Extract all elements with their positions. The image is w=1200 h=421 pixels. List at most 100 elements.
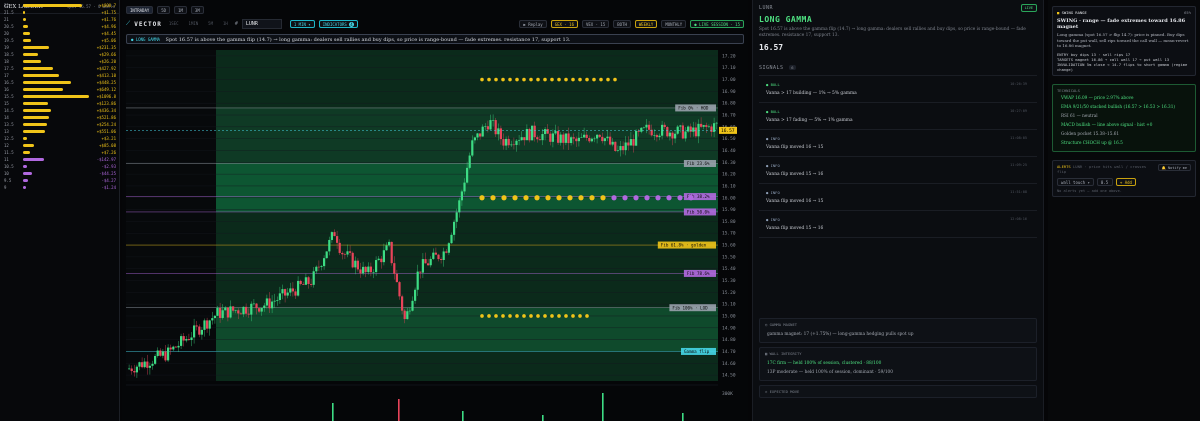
gex-row[interactable]: 14.5 +$436.34 <box>0 107 119 114</box>
ticker-input[interactable]: LUNR <box>241 19 282 29</box>
nav-5m[interactable]: 5M <box>205 20 216 28</box>
gex-bar <box>23 179 29 182</box>
gex-magnet-dot <box>571 314 575 318</box>
indicators-button[interactable]: INDICATORS 4 <box>318 20 358 28</box>
y-tick-label: 17.20 <box>722 53 736 59</box>
candle-body <box>450 234 453 244</box>
gex-row[interactable]: 17 +$413.10 <box>0 72 119 79</box>
signal-text: Vanna > 17 building — 1% → 5% gamma <box>766 91 857 96</box>
gex-row[interactable]: 13.5 +$254.24 <box>0 121 119 128</box>
play-icon: ▶ <box>523 22 526 27</box>
candle-body <box>395 273 398 283</box>
nav-1h[interactable]: 1H <box>220 20 231 28</box>
add-alert-button[interactable]: + Add <box>1115 177 1136 186</box>
signal-item[interactable]: ● INFO Vanna flip moved 16 → 15 11:51:08 <box>759 184 1037 211</box>
gex-row[interactable]: 19 +$231.35 <box>0 44 119 51</box>
gex-row[interactable]: 9 -$1.24 <box>0 184 119 191</box>
tab-intraday[interactable]: INTRADAY <box>126 5 154 14</box>
gex-magnet-dot <box>487 77 491 82</box>
vex-toggle[interactable]: VEX · 15 <box>581 20 610 28</box>
both-toggle[interactable]: BOTH <box>613 20 631 28</box>
candle-body <box>593 138 596 140</box>
alert-type-select[interactable]: wall touch ▾ <box>1057 177 1094 186</box>
replay-button[interactable]: ▶ Replay <box>519 20 547 28</box>
tab-3m[interactable]: 3M <box>190 5 204 14</box>
gex-row[interactable]: 12.5 +$3.21 <box>0 135 119 142</box>
gex-row[interactable]: 11 -$142.97 <box>0 156 119 163</box>
notify-button[interactable]: 🔔 Notify me <box>1157 163 1191 171</box>
volume-bar <box>542 415 544 421</box>
candle-body <box>427 263 430 266</box>
candle-body <box>492 120 495 121</box>
candle-body <box>213 315 216 319</box>
candle-body <box>458 200 461 213</box>
interval-select[interactable]: 1 MIN ▾ <box>289 20 315 28</box>
gex-bar <box>23 151 30 154</box>
gex-strike: 21 <box>4 17 9 22</box>
candle-body <box>687 126 690 132</box>
y-tick-label: 17.00 <box>722 77 736 83</box>
candle-body <box>510 144 513 146</box>
gex-row[interactable]: 15.5 +$1096.8 <box>0 93 119 100</box>
gex-row[interactable]: 20.5 +$4.96 <box>0 23 119 30</box>
gex-magnet-dot <box>523 195 529 201</box>
gex-row[interactable]: 16.5 +$448.25 <box>0 79 119 86</box>
gex-strike: 19 <box>4 45 9 50</box>
gex-row[interactable]: 12 +$85.08 <box>0 142 119 149</box>
tab-5d[interactable]: 5D <box>157 5 171 14</box>
gex-row[interactable]: 11.5 +$7.26 <box>0 149 119 156</box>
gex-row[interactable]: 18 +$26.20 <box>0 58 119 65</box>
nav-1min[interactable]: 1MIN <box>186 20 202 28</box>
signal-item[interactable]: ● INFO Vanna flip moved 16 → 15 11:08:05 <box>759 130 1037 157</box>
gex-magnet-dot <box>494 314 498 318</box>
candle-body <box>575 138 578 142</box>
candle-body <box>380 258 383 263</box>
y-tick-label: 15.40 <box>722 266 736 272</box>
gex-row[interactable]: 21 +$1.76 <box>0 16 119 23</box>
gex-row[interactable]: 20 +$4.45 <box>0 30 119 37</box>
gex-row[interactable]: 19.5 +$5.06 <box>0 37 119 44</box>
gex-row[interactable]: 10.5 -$2.93 <box>0 163 119 170</box>
candle-body <box>577 137 580 142</box>
price-chart[interactable]: 17.2017.1017.0016.9016.8016.7016.6016.50… <box>122 46 748 421</box>
live-session-badge[interactable]: ● LIVE SESSION · 15 <box>690 20 744 28</box>
indicators-label: INDICATORS <box>322 22 347 27</box>
gex-row[interactable]: 15 +$123.86 <box>0 100 119 107</box>
gex-row[interactable]: 16 +$649.12 <box>0 86 119 93</box>
signal-item[interactable]: ● INFO Vanna flip moved 15 → 16 12:08:16 <box>759 211 1037 238</box>
gex-toggle[interactable]: GEX · 16 <box>550 20 578 28</box>
signal-time: 11:08:05 <box>1010 136 1027 140</box>
candle-body <box>408 310 411 312</box>
y-tick-label: 16.40 <box>722 148 736 154</box>
gex-strike: 12 <box>4 143 9 148</box>
alert-qty-input[interactable]: 0.5 <box>1096 177 1113 186</box>
gex-value: -$142.97 <box>96 157 116 162</box>
signal-item[interactable]: ● INFO Vanna flip moved 15 → 16 11:09:25 <box>759 157 1037 184</box>
gex-row[interactable]: 17.5 +$427.92 <box>0 65 119 72</box>
nav-1sec[interactable]: 1SEC <box>166 20 182 28</box>
gex-row[interactable]: 22 +$800.7 <box>0 2 119 9</box>
gex-row[interactable]: 14 +$521.86 <box>0 114 119 121</box>
tab-1m[interactable]: 1M <box>174 5 187 14</box>
signal-item[interactable]: ● BULL Vanna > 17 fading — 5% → 1% gamma 1… <box>759 103 1037 130</box>
candle-body <box>281 289 284 294</box>
signal-item[interactable]: ● BULL Vanna > 17 building — 1% → 5% gamm… <box>759 76 1037 103</box>
weekly-toggle[interactable]: WEEKLY <box>634 20 658 28</box>
gex-magnet-dot <box>536 77 540 82</box>
candle-body <box>372 272 375 273</box>
candle-body <box>416 271 419 290</box>
gex-row[interactable]: 18.5 +$29.66 <box>0 51 119 58</box>
gex-row[interactable]: 10 -$44.25 <box>0 170 119 177</box>
candle-body <box>544 129 547 135</box>
technicals-title: TECHNICALS <box>1057 87 1080 93</box>
candle-body <box>315 266 318 272</box>
gex-row[interactable]: 21.5 +$1.75 <box>0 9 119 16</box>
gex-row[interactable]: 9.5 -$4.27 <box>0 177 119 184</box>
candle-body <box>385 245 388 251</box>
candle-body <box>507 138 510 146</box>
candle-body <box>138 362 141 367</box>
gex-row[interactable]: 13 +$551.06 <box>0 128 119 135</box>
monthly-toggle[interactable]: MONTHLY <box>661 20 687 28</box>
gex-value: +$231.35 <box>96 45 116 50</box>
candle-body <box>320 266 323 268</box>
